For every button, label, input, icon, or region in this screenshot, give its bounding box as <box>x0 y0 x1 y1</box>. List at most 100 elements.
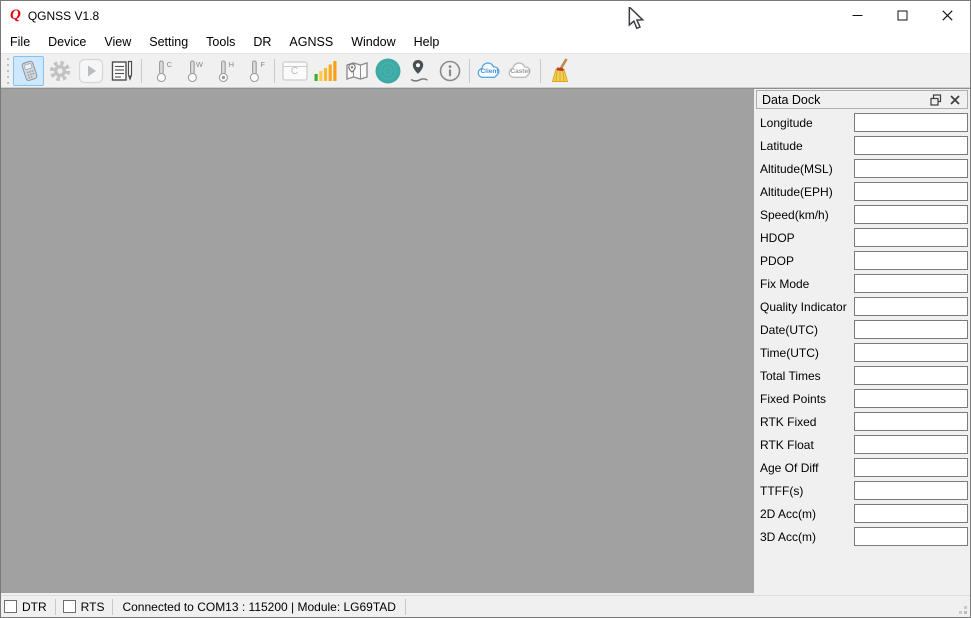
deviation-map-button[interactable] <box>403 56 434 86</box>
dock-field-input-pdop[interactable] <box>854 251 968 270</box>
dock-field-row: Altitude(MSL) <box>760 159 968 178</box>
rts-checkbox[interactable] <box>62 600 76 613</box>
dock-close-button[interactable] <box>947 92 963 107</box>
hot-start-letter: H <box>228 59 234 69</box>
play-icon <box>78 58 103 83</box>
minimize-icon <box>852 15 863 16</box>
dock-field-label: Date(UTC) <box>760 322 819 337</box>
menu-item-help[interactable]: Help <box>405 32 449 52</box>
dock-field-input-date-utc[interactable] <box>854 320 968 339</box>
close-button[interactable] <box>925 1 970 30</box>
sky-view-icon <box>375 58 400 83</box>
maximize-button[interactable] <box>880 1 925 30</box>
warm-start-button[interactable]: W <box>177 56 208 86</box>
dock-field-label: RTK Float <box>760 437 814 452</box>
connect-device-button[interactable] <box>13 55 44 86</box>
dock-field-row: PDOP <box>760 251 968 270</box>
log-edit-button[interactable] <box>106 56 137 86</box>
menu-item-window[interactable]: Window <box>342 32 404 52</box>
dock-field-row: Longitude <box>760 113 968 132</box>
dock-field-row: Fix Mode <box>760 274 968 293</box>
gear-icon <box>49 60 70 81</box>
dock-field-label: Age Of Diff <box>760 460 819 475</box>
dock-field-input-rtk-float[interactable] <box>854 435 968 454</box>
signal-view-button[interactable] <box>310 56 341 86</box>
dock-field-input-speed-km-h[interactable] <box>854 205 968 224</box>
toolbar-separator <box>469 58 470 83</box>
info-button[interactable] <box>434 56 465 86</box>
statusbar-divider <box>404 598 406 615</box>
dock-field-row: RTK Float <box>760 435 968 454</box>
menu-item-file[interactable]: File <box>1 32 39 52</box>
dock-field-input-fixed-points[interactable] <box>854 389 968 408</box>
dock-field-input-3d-acc-m[interactable] <box>854 527 968 546</box>
dock-field-label: Longitude <box>760 115 813 130</box>
menu-item-setting[interactable]: Setting <box>140 32 197 52</box>
title-bar: Q QGNSS V1.8 <box>1 1 970 30</box>
factory-start-letter: F <box>260 59 265 69</box>
menu-item-dr[interactable]: DR <box>244 32 280 52</box>
dock-field-input-altitude-msl[interactable] <box>854 159 968 178</box>
data-dock-fields: Longitude Latitude Altitude(MSL) Altitude(E… <box>756 109 968 546</box>
menu-item-device[interactable]: Device <box>39 32 95 52</box>
mdi-workspace <box>1 89 754 593</box>
dock-field-label: Fixed Points <box>760 391 827 406</box>
dock-field-input-hdop[interactable] <box>854 228 968 247</box>
dock-field-row: Speed(km/h) <box>760 205 968 224</box>
dock-field-label: Quality Indicator <box>760 299 847 314</box>
main-area: Data Dock Longitude Latitude Altitude(MSL)… <box>1 88 970 595</box>
dock-field-row: 2D Acc(m) <box>760 504 968 523</box>
console-window-button[interactable]: C <box>279 56 310 86</box>
map-view-button[interactable] <box>341 56 372 86</box>
hot-start-button[interactable]: H <box>208 56 239 86</box>
dock-field-input-quality-indicator[interactable] <box>854 297 968 316</box>
ntrip-client-button[interactable]: Client <box>474 56 505 86</box>
dock-field-row: Quality Indicator <box>760 297 968 316</box>
dtr-section: DTR <box>1 596 55 617</box>
pin-route-icon <box>410 59 428 82</box>
dock-field-input-altitude-eph[interactable] <box>854 182 968 201</box>
data-dock-header: Data Dock <box>756 90 968 109</box>
dock-field-input-age-of-diff[interactable] <box>854 458 968 477</box>
dock-field-label: PDOP <box>760 253 795 268</box>
dock-field-label: Fix Mode <box>760 276 810 291</box>
console-window-letter: C <box>290 65 299 77</box>
dock-field-input-ttff-s[interactable] <box>854 481 968 500</box>
ntrip-caster-button[interactable]: Caster <box>505 56 536 86</box>
close-icon <box>942 10 953 21</box>
dock-field-input-fix-mode[interactable] <box>854 274 968 293</box>
dock-field-row: Total Times <box>760 366 968 385</box>
dock-field-input-longitude[interactable] <box>854 113 968 132</box>
dock-field-label: Speed(km/h) <box>760 207 829 222</box>
settings-button[interactable] <box>44 56 75 86</box>
dtr-checkbox[interactable] <box>4 600 17 613</box>
menu-bar: File Device View Setting Tools DR AGNSS Window H… <box>1 30 970 53</box>
clear-button[interactable] <box>545 56 576 86</box>
dock-field-input-rtk-fixed[interactable] <box>854 412 968 431</box>
dock-field-input-latitude[interactable] <box>854 136 968 155</box>
menu-item-agnss[interactable]: AGNSS <box>280 32 342 52</box>
dock-field-label: TTFF(s) <box>760 483 804 498</box>
play-button[interactable] <box>75 56 106 86</box>
window-resize-grip[interactable] <box>955 602 968 615</box>
factory-start-button[interactable]: F <box>239 56 270 86</box>
cold-start-button[interactable]: C <box>146 56 177 86</box>
toolbar-separator <box>141 58 142 83</box>
menu-item-tools[interactable]: Tools <box>197 32 244 52</box>
qgnss-window: Q QGNSS V1.8 File Device View Setting Tools D… <box>0 0 971 618</box>
dock-field-label: Total Times <box>760 368 821 383</box>
dock-field-row: Time(UTC) <box>760 343 968 362</box>
dock-field-input-time-utc[interactable] <box>854 343 968 362</box>
dock-float-button[interactable] <box>928 92 944 107</box>
float-window-icon <box>930 93 942 106</box>
dock-field-input-total-times[interactable] <box>854 366 968 385</box>
menu-item-view[interactable]: View <box>95 32 140 52</box>
dock-field-label: Altitude(MSL) <box>760 161 833 176</box>
minimize-button[interactable] <box>835 1 880 30</box>
gnss-device-icon <box>21 60 37 81</box>
status-bar: DTR RTS Connected to COM13 : 115200 | Mo… <box>1 595 970 617</box>
sky-view-button[interactable] <box>372 56 403 86</box>
dock-field-label: HDOP <box>760 230 795 245</box>
toolbar-grip-handle[interactable] <box>5 57 11 84</box>
dock-field-input-2d-acc-m[interactable] <box>854 504 968 523</box>
